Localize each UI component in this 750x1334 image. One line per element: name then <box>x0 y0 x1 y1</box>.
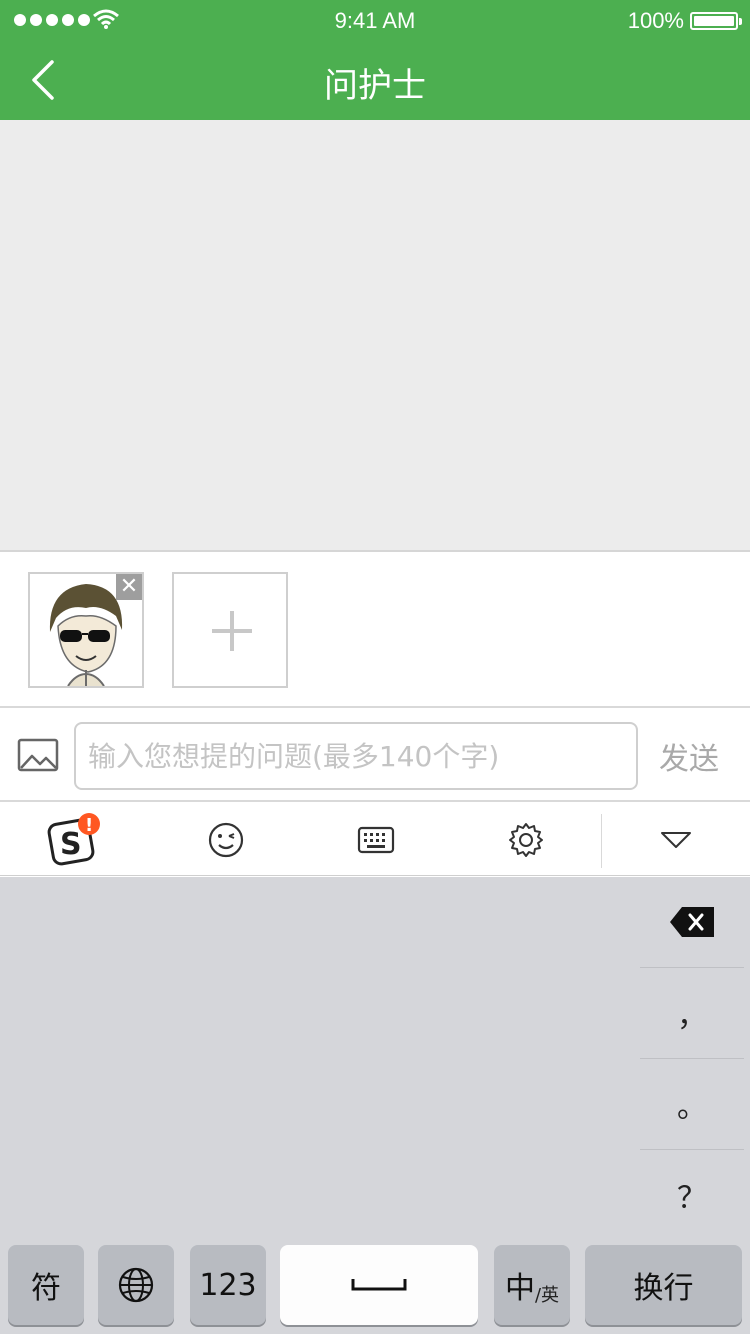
ime-toolbar: S ! <box>0 804 750 876</box>
numbers-key[interactable]: 123 <box>190 1245 266 1325</box>
chat-message-area[interactable] <box>0 120 750 552</box>
chinese-label: 中 <box>504 1271 535 1306</box>
emoji-button[interactable] <box>151 804 301 876</box>
send-button[interactable]: 发送 <box>648 734 730 778</box>
navigation-bar: 问护士 <box>0 40 750 120</box>
gear-icon <box>509 823 543 857</box>
remove-attachment-button[interactable]: ✕ <box>116 574 142 600</box>
symbols-key[interactable]: 符 <box>8 1245 84 1325</box>
english-label: /英 <box>534 1285 560 1306</box>
composer-row: 发送 <box>0 710 750 802</box>
globe-icon <box>118 1267 154 1303</box>
sogou-logo-icon: S ! <box>47 813 100 866</box>
sogou-logo-button[interactable]: S ! <box>2 804 152 876</box>
keyboard-icon <box>357 826 395 854</box>
battery-percent: 100% <box>627 8 684 33</box>
triangle-down-icon <box>661 832 691 848</box>
page-title: 问护士 <box>324 66 426 106</box>
hide-keyboard-button[interactable] <box>602 804 750 876</box>
status-bar: 9:41 AM 100% <box>0 0 750 40</box>
ime-settings-button[interactable] <box>451 804 601 876</box>
svg-text:S: S <box>60 827 82 862</box>
add-image-button[interactable] <box>172 572 288 688</box>
question-key[interactable]: ？ <box>640 1150 744 1240</box>
backspace-icon <box>670 907 714 937</box>
period-key[interactable]: 。 <box>640 1059 744 1149</box>
ime-keyboard: ， 。 ？ 符 123 中 /英 换行 <box>0 877 750 1334</box>
image-icon <box>17 738 59 772</box>
backspace-key[interactable] <box>640 877 744 967</box>
emoji-wink-icon <box>208 822 244 858</box>
chinese-english-toggle-key[interactable]: 中 /英 <box>494 1245 570 1325</box>
insert-image-button[interactable] <box>16 736 60 776</box>
space-bar-icon <box>351 1279 407 1291</box>
attachment-row: ✕ <box>0 554 750 708</box>
comma-key[interactable]: ， <box>640 968 744 1058</box>
enter-key[interactable]: 换行 <box>585 1245 742 1325</box>
keyboard-switch-button[interactable] <box>301 804 451 876</box>
notification-badge: ! <box>85 815 93 836</box>
language-globe-key[interactable] <box>98 1245 174 1325</box>
question-input[interactable] <box>74 722 638 790</box>
battery-icon <box>690 12 742 30</box>
attached-image-thumbnail[interactable]: ✕ <box>28 572 144 688</box>
space-key[interactable] <box>280 1245 478 1325</box>
